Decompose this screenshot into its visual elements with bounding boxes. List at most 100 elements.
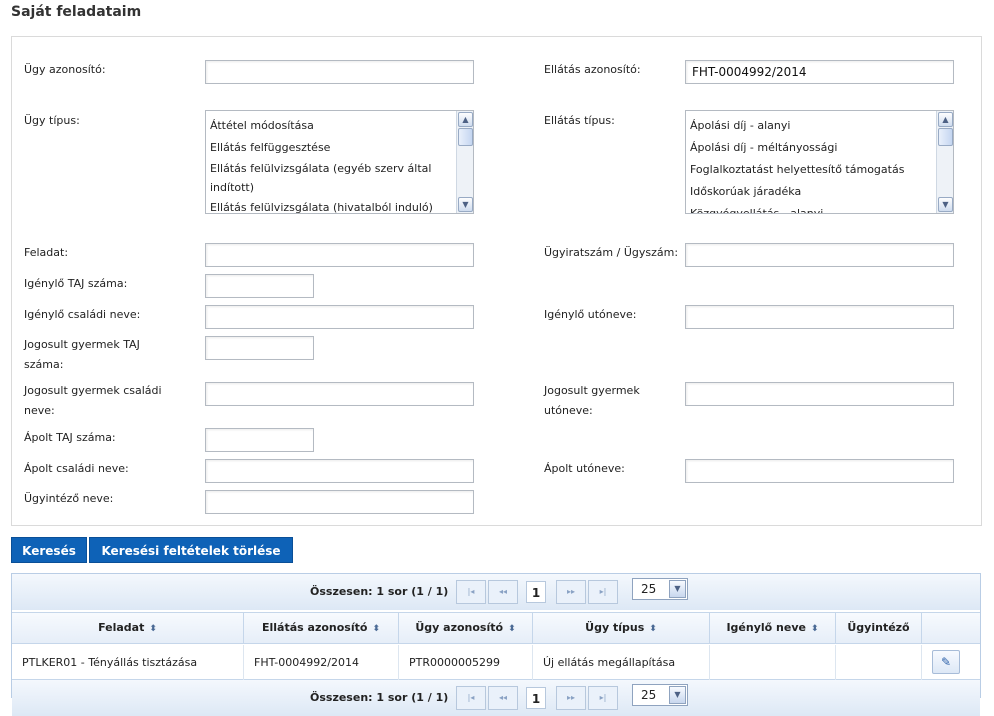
- ugy-tipus-listbox[interactable]: Áttétel módosítása Ellátás felfüggesztés…: [205, 110, 474, 214]
- column-header-label: Ügyintéző: [847, 621, 910, 634]
- ellatas-azonosito-label: Ellátás azonosító:: [544, 63, 641, 76]
- scroll-up-icon[interactable]: ▲: [938, 112, 953, 127]
- scroll-down-icon[interactable]: ▼: [458, 197, 473, 212]
- ugyiratszam-input[interactable]: [685, 243, 954, 267]
- column-header-feladat[interactable]: Feladat ⬍: [12, 613, 244, 643]
- igenylo-csaladi-input[interactable]: [205, 305, 474, 329]
- cell-feladat: PTLKER01 - Tényállás tisztázása: [12, 645, 244, 680]
- pager-total: Összesen: 1 sor (1 / 1): [310, 585, 449, 598]
- igenylo-uto-label: Igénylő utóneve:: [544, 308, 637, 321]
- jogosult-taj-label-line2: száma:: [24, 358, 64, 371]
- table-header: Feladat ⬍ Ellátás azonosító ⬍ Ügy azonosít…: [12, 612, 980, 644]
- column-header-ugy-azonosito[interactable]: Ügy azonosító ⬍: [399, 613, 533, 643]
- pager-total: Összesen: 1 sor (1 / 1): [310, 691, 449, 704]
- sort-icon[interactable]: ⬍: [649, 624, 657, 634]
- ugy-tipus-option[interactable]: Ellátás felülvizsgálata (egyéb szerv ált…: [210, 159, 455, 197]
- clear-filters-button[interactable]: Keresési feltételek törlése: [89, 537, 293, 563]
- current-page[interactable]: 1: [526, 687, 546, 709]
- column-header-ugy-tipus[interactable]: Ügy típus ⬍: [533, 613, 710, 643]
- cell-ugy-tipus: Új ellátás megállapítása: [533, 645, 710, 680]
- scroll-up-icon[interactable]: ▲: [458, 112, 473, 127]
- sort-icon[interactable]: ⬍: [811, 624, 819, 634]
- ellatas-tipus-scrollbar[interactable]: ▲ ▼: [936, 111, 953, 213]
- jogosult-csaladi-label-line1: Jogosult gyermek családi: [24, 384, 162, 397]
- ellatas-tipus-option[interactable]: Ápolási díj - alanyi: [690, 115, 935, 137]
- first-page-icon[interactable]: |◂: [456, 686, 486, 710]
- apolt-uto-input[interactable]: [685, 459, 954, 483]
- igenylo-taj-input[interactable]: [205, 274, 314, 298]
- apolt-csaladi-label: Ápolt családi neve:: [24, 462, 129, 475]
- ugyiratszam-label: Ügyiratszám / Ügyszám:: [544, 246, 679, 259]
- ugyintezo-input[interactable]: [205, 490, 474, 514]
- jogosult-taj-label: Jogosult gyermek TAJ száma:: [24, 335, 140, 375]
- column-header-label: Ügy azonosító: [415, 621, 504, 634]
- scroll-down-icon[interactable]: ▼: [938, 197, 953, 212]
- jogosult-uto-label-line1: Jogosult gyermek: [544, 384, 640, 397]
- ellatas-tipus-option[interactable]: Közgyógyellátás - alanyi: [690, 203, 935, 213]
- ellatas-azonosito-input[interactable]: FHT-0004992/2014: [685, 60, 954, 84]
- prev-page-icon[interactable]: ◂◂: [488, 580, 518, 604]
- sort-icon[interactable]: ⬍: [508, 624, 516, 634]
- column-header-actions: [922, 613, 980, 643]
- last-page-icon[interactable]: ▸|: [588, 580, 618, 604]
- ugy-azonosito-label: Ügy azonosító:: [24, 63, 106, 76]
- column-header-label: Ügy típus: [585, 621, 645, 634]
- ellatas-tipus-label: Ellátás típus:: [544, 114, 615, 127]
- current-page[interactable]: 1: [526, 581, 546, 603]
- jogosult-taj-input[interactable]: [205, 336, 314, 360]
- results-grid: Összesen: 1 sor (1 / 1) |◂ ◂◂ 1 ▸▸ ▸| 25…: [11, 573, 981, 716]
- scrollbar-thumb[interactable]: [458, 128, 473, 146]
- edit-icon[interactable]: ✎: [932, 650, 960, 674]
- first-page-icon[interactable]: |◂: [456, 580, 486, 604]
- scrollbar-thumb[interactable]: [938, 128, 953, 146]
- pager-top: Összesen: 1 sor (1 / 1) |◂ ◂◂ 1 ▸▸ ▸| 25…: [12, 574, 980, 610]
- search-filter-panel: Ügy azonosító: Ellátás azonosító: FHT-00…: [11, 36, 982, 526]
- apolt-taj-input[interactable]: [205, 428, 314, 452]
- pager-bottom: Összesen: 1 sor (1 / 1) |◂ ◂◂ 1 ▸▸ ▸| 25…: [12, 680, 980, 716]
- chevron-down-icon[interactable]: ▼: [669, 686, 686, 704]
- jogosult-uto-label-line2: utóneve:: [544, 404, 593, 417]
- page-size-value: 25: [641, 688, 657, 702]
- jogosult-csaladi-label-line2: neve:: [24, 404, 55, 417]
- ugy-azonosito-input[interactable]: [205, 60, 474, 84]
- ellatas-tipus-option[interactable]: Foglalkoztatást helyettesítő támogatás: [690, 159, 935, 181]
- cell-ellatas-azonosito: FHT-0004992/2014: [244, 645, 399, 680]
- column-header-label: Ellátás azonosító: [262, 621, 368, 634]
- table-row[interactable]: PTLKER01 - Tényállás tisztázása FHT-0004…: [12, 645, 980, 680]
- cell-ugyintezo: [836, 645, 922, 680]
- ugy-tipus-scrollbar[interactable]: ▲ ▼: [456, 111, 473, 213]
- ellatas-tipus-listbox[interactable]: Ápolási díj - alanyi Ápolási díj - méltá…: [685, 110, 954, 214]
- last-page-icon[interactable]: ▸|: [588, 686, 618, 710]
- next-page-icon[interactable]: ▸▸: [556, 580, 586, 604]
- apolt-uto-label: Ápolt utóneve:: [544, 462, 625, 475]
- feladat-input[interactable]: [205, 243, 474, 267]
- cell-igenylo-neve: [710, 645, 836, 680]
- igenylo-uto-input[interactable]: [685, 305, 954, 329]
- sort-icon[interactable]: ⬍: [149, 624, 157, 634]
- apolt-csaladi-input[interactable]: [205, 459, 474, 483]
- igenylo-taj-label: Igénylő TAJ száma:: [24, 277, 128, 290]
- chevron-down-icon[interactable]: ▼: [669, 580, 686, 598]
- page-title: Saját feladataim: [11, 4, 142, 20]
- ugy-tipus-option[interactable]: Áttétel módosítása: [210, 115, 455, 137]
- search-button[interactable]: Keresés: [11, 537, 87, 563]
- ugy-tipus-label: Ügy típus:: [24, 114, 80, 127]
- next-page-icon[interactable]: ▸▸: [556, 686, 586, 710]
- ellatas-tipus-option[interactable]: Időskorúak járadéka: [690, 181, 935, 203]
- column-header-igenylo-neve[interactable]: Igénylő neve ⬍: [710, 613, 836, 643]
- ugy-tipus-option[interactable]: Ellátás felülvizsgálata (hivatalból indu…: [210, 197, 455, 213]
- igenylo-csaladi-label: Igénylő családi neve:: [24, 308, 141, 321]
- ugyintezo-label: Ügyintéző neve:: [24, 492, 114, 505]
- page-size-select[interactable]: 25 ▼: [632, 684, 688, 706]
- jogosult-csaladi-label: Jogosult gyermek családi neve:: [24, 381, 162, 421]
- cell-ugy-azonosito: PTR0000005299: [399, 645, 533, 680]
- jogosult-uto-input[interactable]: [685, 382, 954, 406]
- ellatas-tipus-option[interactable]: Ápolási díj - méltányossági: [690, 137, 935, 159]
- sort-icon[interactable]: ⬍: [372, 624, 380, 634]
- column-header-ellatas-azonosito[interactable]: Ellátás azonosító ⬍: [244, 613, 399, 643]
- prev-page-icon[interactable]: ◂◂: [488, 686, 518, 710]
- jogosult-csaladi-input[interactable]: [205, 382, 474, 406]
- column-header-label: Igénylő neve: [726, 621, 806, 634]
- page-size-select[interactable]: 25 ▼: [632, 578, 688, 600]
- ugy-tipus-option[interactable]: Ellátás felfüggesztése: [210, 137, 455, 159]
